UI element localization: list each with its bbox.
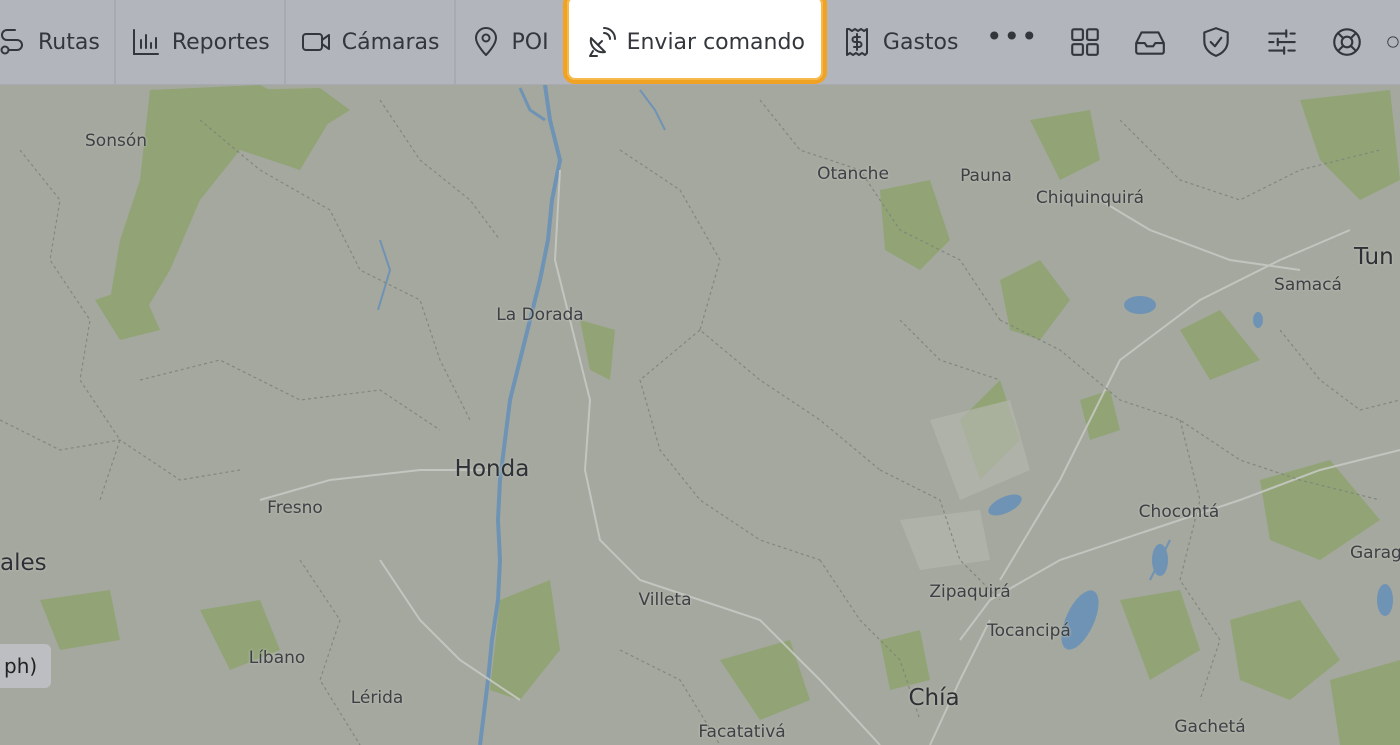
- nav-item-camaras[interactable]: Cámaras: [286, 0, 456, 84]
- map-label-place: Tun: [1354, 244, 1394, 270]
- map-label-place: Garag: [1350, 543, 1400, 563]
- map-label-place: Samacá: [1274, 275, 1342, 295]
- sliders-icon: [1267, 29, 1296, 55]
- speed-label-chip[interactable]: ph): [0, 644, 52, 688]
- map-terrain: [0, 0, 1400, 745]
- map-label-place: ales: [0, 550, 47, 576]
- route-icon: [0, 29, 23, 55]
- map-label-place: Zipaquirá: [929, 582, 1011, 602]
- map-label-place: La Dorada: [496, 305, 584, 325]
- map-label-place: Chiquinquirá: [1035, 188, 1145, 208]
- map-pin-icon: [474, 27, 497, 56]
- map-label-place: Honda: [454, 456, 530, 482]
- dashboard-grid-icon: [1071, 28, 1099, 56]
- map-label-place: Pauna: [960, 166, 1012, 186]
- overflow-icon: [1387, 36, 1399, 48]
- nav-item-enviar-comando[interactable]: Enviar comando: [562, 0, 827, 84]
- nav-item-label: Gastos: [882, 29, 959, 55]
- more-icon: •••: [985, 19, 1039, 53]
- map-label-place: Tocancipá: [987, 621, 1071, 641]
- bar-chart-icon: [132, 29, 159, 55]
- lifebuoy-icon: [1333, 28, 1362, 56]
- inbox-icon: [1135, 31, 1166, 55]
- nav-item-label: Reportes: [171, 29, 270, 55]
- dashboard-button[interactable]: [1052, 0, 1118, 84]
- inbox-button[interactable]: [1118, 0, 1184, 84]
- video-camera-icon: [301, 33, 330, 51]
- map-label-place: Líbano: [248, 648, 306, 668]
- map-label-place: Gachetá: [1174, 717, 1246, 737]
- map-label-place: Villeta: [638, 590, 692, 610]
- map-label-place: Otanche: [817, 164, 889, 184]
- more-menu-button[interactable]: •••: [972, 0, 1052, 84]
- nav-item-label: POI: [511, 29, 549, 55]
- map-label-place: Facatativá: [698, 722, 786, 742]
- nav-item-gastos[interactable]: Gastos: [827, 0, 973, 84]
- nav-item-poi[interactable]: POI: [456, 0, 563, 84]
- map-label-place: Sonsón: [85, 131, 147, 151]
- nav-item-label: Enviar comando: [626, 29, 805, 55]
- map-label-place: Chía: [908, 685, 960, 711]
- security-button[interactable]: [1183, 0, 1249, 84]
- nav-item-label: Cámaras: [341, 29, 440, 55]
- map-label-place: Fresno: [267, 498, 323, 518]
- nav-item-reportes[interactable]: Reportes: [116, 0, 286, 84]
- nav-item-label: Rutas: [38, 29, 100, 55]
- map-label-place: Lérida: [350, 688, 404, 708]
- shield-check-icon: [1203, 27, 1229, 57]
- receipt-dollar-icon: [845, 28, 868, 56]
- settings-sliders-button[interactable]: [1249, 0, 1315, 84]
- top-toolbar: Rutas Reportes Cámaras POI Enviar comand…: [0, 0, 1400, 85]
- nav-item-rutas[interactable]: Rutas: [0, 0, 116, 84]
- map-view[interactable]: Sonsón Otanche Pauna Chiquinquirá Tun Sa…: [0, 0, 1400, 745]
- map-label-place: Chocontá: [1138, 502, 1220, 522]
- help-button[interactable]: [1315, 0, 1381, 84]
- clipped-toolbar-button[interactable]: [1380, 0, 1400, 84]
- satellite-dish-icon: [588, 27, 616, 57]
